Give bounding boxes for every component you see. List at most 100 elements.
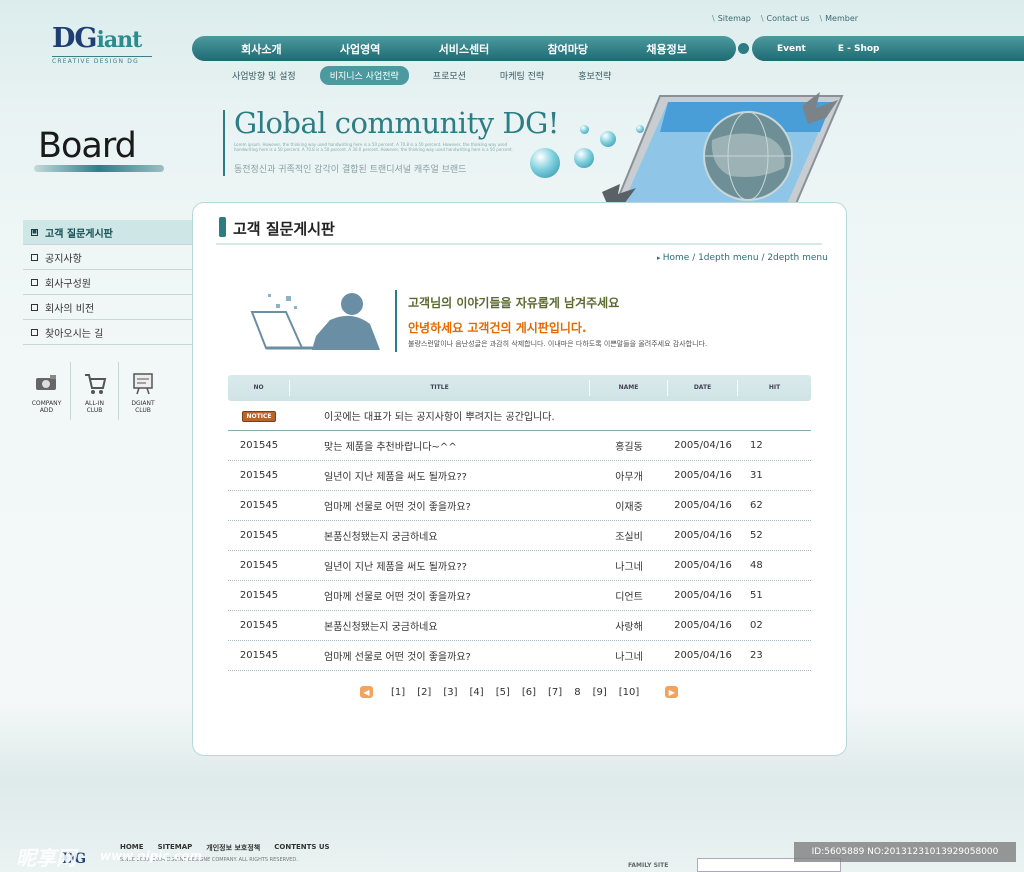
logo-main-text: DG: [52, 23, 97, 54]
row-title[interactable]: 일년이 지난 제품을 써도 될까요??: [290, 558, 590, 573]
watermark-logo: 昵享网: [16, 846, 76, 870]
row-title[interactable]: 본품신청됐는지 궁금하네요: [290, 618, 590, 633]
nav-item-community[interactable]: 참여마당: [548, 41, 588, 57]
quick-link-company-add[interactable]: COMPANY ADD: [23, 362, 71, 420]
site-logo[interactable]: DGiant CREATIVE DESIGN DG: [52, 24, 152, 65]
camera-icon: [35, 375, 56, 390]
page-link[interactable]: [10]: [617, 687, 642, 698]
subnav-item-direction[interactable]: 사업방향 및 설정: [222, 66, 306, 85]
sidebar-item-members[interactable]: 회사구성원: [23, 270, 192, 295]
row-date: 2005/04/16: [674, 470, 732, 481]
sidebar-item-directions[interactable]: 찾아오시는 길: [23, 320, 192, 345]
row-title[interactable]: 엄마께 선물로 어떤 것이 좋을까요?: [290, 498, 590, 513]
row-name: 사랑해: [615, 622, 643, 633]
table-row: 201545 본품신청됐는지 궁금하네요 조실비 2005/04/16 52: [228, 521, 811, 551]
quick-link-label: ALL-IN CLUB: [84, 400, 105, 414]
table-row: 201545 일년이 지난 제품을 써도 될까요?? 나그네 2005/04/1…: [228, 551, 811, 581]
row-title[interactable]: 본품신청됐는지 궁금하네요: [290, 528, 590, 543]
subnav-item-pr[interactable]: 홍보전략: [568, 66, 621, 85]
square-bullet-icon: [31, 278, 38, 286]
pagination: ◀ [1] [2] [3] [4] [5] [6] [7] 8 [9] [10]…: [360, 686, 679, 698]
utility-links: Sitemap Contact us Member: [712, 14, 858, 23]
page-link[interactable]: [5]: [494, 687, 512, 698]
nav-item-careers[interactable]: 채용정보: [646, 41, 686, 57]
breadcrumb: Home / 1depth menu / 2depth menu: [657, 253, 828, 263]
nav-item-eshop[interactable]: E - Shop: [838, 44, 880, 54]
row-hit: 12: [750, 440, 763, 451]
row-date: 2005/04/16: [674, 440, 732, 451]
board-title: Board: [38, 126, 137, 166]
quick-link-dgiant-club[interactable]: DGIANT CLUB: [119, 362, 167, 420]
page-link[interactable]: [4]: [468, 687, 486, 698]
row-name: 디언트: [615, 592, 643, 603]
content-title-accent: [219, 217, 226, 237]
square-bullet-icon: [31, 303, 38, 311]
sidebar-item-qna-board[interactable]: ■ 고객 질문게시판: [23, 220, 192, 245]
sidebar-menu: ■ 고객 질문게시판 공지사항 회사구성원 회사의 비전 찾아오시는 길: [23, 220, 192, 345]
row-name: 나그네: [615, 652, 643, 663]
member-link[interactable]: Member: [819, 14, 858, 23]
subnav-item-strategy[interactable]: 비지니스 사업전략: [319, 66, 409, 85]
page-link[interactable]: [2]: [415, 687, 433, 698]
row-name: 아무개: [615, 472, 643, 483]
footer-link-privacy[interactable]: 개인정보 보호정책: [206, 843, 260, 853]
row-title[interactable]: 엄마께 선물로 어떤 것이 좋을까요?: [290, 588, 590, 603]
row-title[interactable]: 맞는 제품을 추천바랍니다~^^: [290, 438, 590, 453]
intro-heading: 고객님의 이야기들을 자유롭게 남겨주세요: [408, 296, 620, 310]
nav-item-business[interactable]: 사업영역: [340, 41, 380, 57]
hero-tagline: 동전정신과 귀족적인 감각이 결합된 트랜디셔널 캐주얼 브랜드: [234, 165, 467, 175]
page-link[interactable]: [7]: [546, 687, 564, 698]
brush-stroke-decoration: [34, 165, 164, 172]
sub-navigation: 사업방향 및 설정 비지니스 사업전략 프로모션 마케팅 전략 홍보전략: [222, 66, 621, 85]
hero-title: Global community DG!: [234, 106, 559, 140]
row-hit: 52: [750, 530, 763, 541]
column-header-name: NAME: [590, 380, 668, 396]
notice-board-icon: [133, 373, 153, 395]
column-header-no: NO: [228, 380, 290, 396]
row-no: 201545: [239, 620, 279, 631]
prev-page-icon[interactable]: ◀: [360, 686, 373, 698]
content-title: 고객 질문게시판: [233, 220, 335, 238]
hero-accent-bar: [223, 110, 225, 176]
page-link[interactable]: [9]: [591, 687, 609, 698]
page-link[interactable]: [3]: [441, 687, 459, 698]
sidebar-item-notice[interactable]: 공지사항: [23, 245, 192, 270]
row-date: 2005/04/16: [674, 530, 732, 541]
page-link[interactable]: [1]: [389, 687, 407, 698]
footer-link-contents[interactable]: CONTENTS US: [274, 843, 329, 853]
notice-row[interactable]: NOTICE 이곳에는 대표가 되는 공지사항이 뿌려지는 공간입니다.: [228, 401, 811, 431]
row-date: 2005/04/16: [674, 500, 732, 511]
row-date: 2005/04/16: [674, 560, 732, 571]
row-name: 조실비: [615, 532, 643, 543]
nav-item-company[interactable]: 회사소개: [241, 41, 281, 57]
square-bullet-icon: ■: [31, 228, 38, 236]
subnav-item-promotion[interactable]: 프로모션: [423, 66, 476, 85]
quick-link-all-in-club[interactable]: ALL-IN CLUB: [71, 362, 119, 420]
row-hit: 48: [750, 560, 763, 571]
row-title[interactable]: 엄마께 선물로 어떤 것이 좋을까요?: [290, 648, 590, 663]
table-row: 201545 엄마께 선물로 어떤 것이 좋을까요? 디언트 2005/04/1…: [228, 581, 811, 611]
row-no: 201545: [239, 650, 279, 661]
notice-title[interactable]: 이곳에는 대표가 되는 공지사항이 뿌려지는 공간입니다.: [290, 408, 740, 423]
watermark-id: ID:5605889 NO:20131231013929058000: [794, 842, 1016, 862]
sitemap-link[interactable]: Sitemap: [712, 14, 751, 23]
table-row: 201545 맞는 제품을 추천바랍니다~^^ 홍길동 2005/04/16 1…: [228, 431, 811, 461]
square-bullet-icon: [31, 253, 38, 261]
nav-item-service[interactable]: 서비스센터: [439, 41, 490, 57]
next-page-icon[interactable]: ▶: [665, 686, 679, 698]
column-header-title: TITLE: [290, 380, 590, 396]
cart-icon: [84, 374, 106, 394]
contact-link[interactable]: Contact us: [761, 14, 810, 23]
row-date: 2005/04/16: [674, 590, 732, 601]
intro-accent-bar: [395, 290, 397, 352]
table-row: 201545 엄마께 선물로 어떤 것이 좋을까요? 이재중 2005/04/1…: [228, 491, 811, 521]
page-link[interactable]: [6]: [520, 687, 538, 698]
row-title[interactable]: 일년이 지난 제품을 써도 될까요??: [290, 468, 590, 483]
sidebar-item-vision[interactable]: 회사의 비전: [23, 295, 192, 320]
subnav-item-marketing[interactable]: 마케팅 전략: [490, 66, 554, 85]
nav-divider-dot: [738, 43, 749, 54]
row-no: 201545: [239, 440, 279, 451]
row-name: 이재중: [615, 502, 643, 513]
intro-description: 불량스런말이나 음난성글은 과감히 삭제합니다. 이내마은 다하도록 이쁜말들을…: [408, 340, 708, 348]
nav-item-event[interactable]: Event: [777, 44, 806, 54]
